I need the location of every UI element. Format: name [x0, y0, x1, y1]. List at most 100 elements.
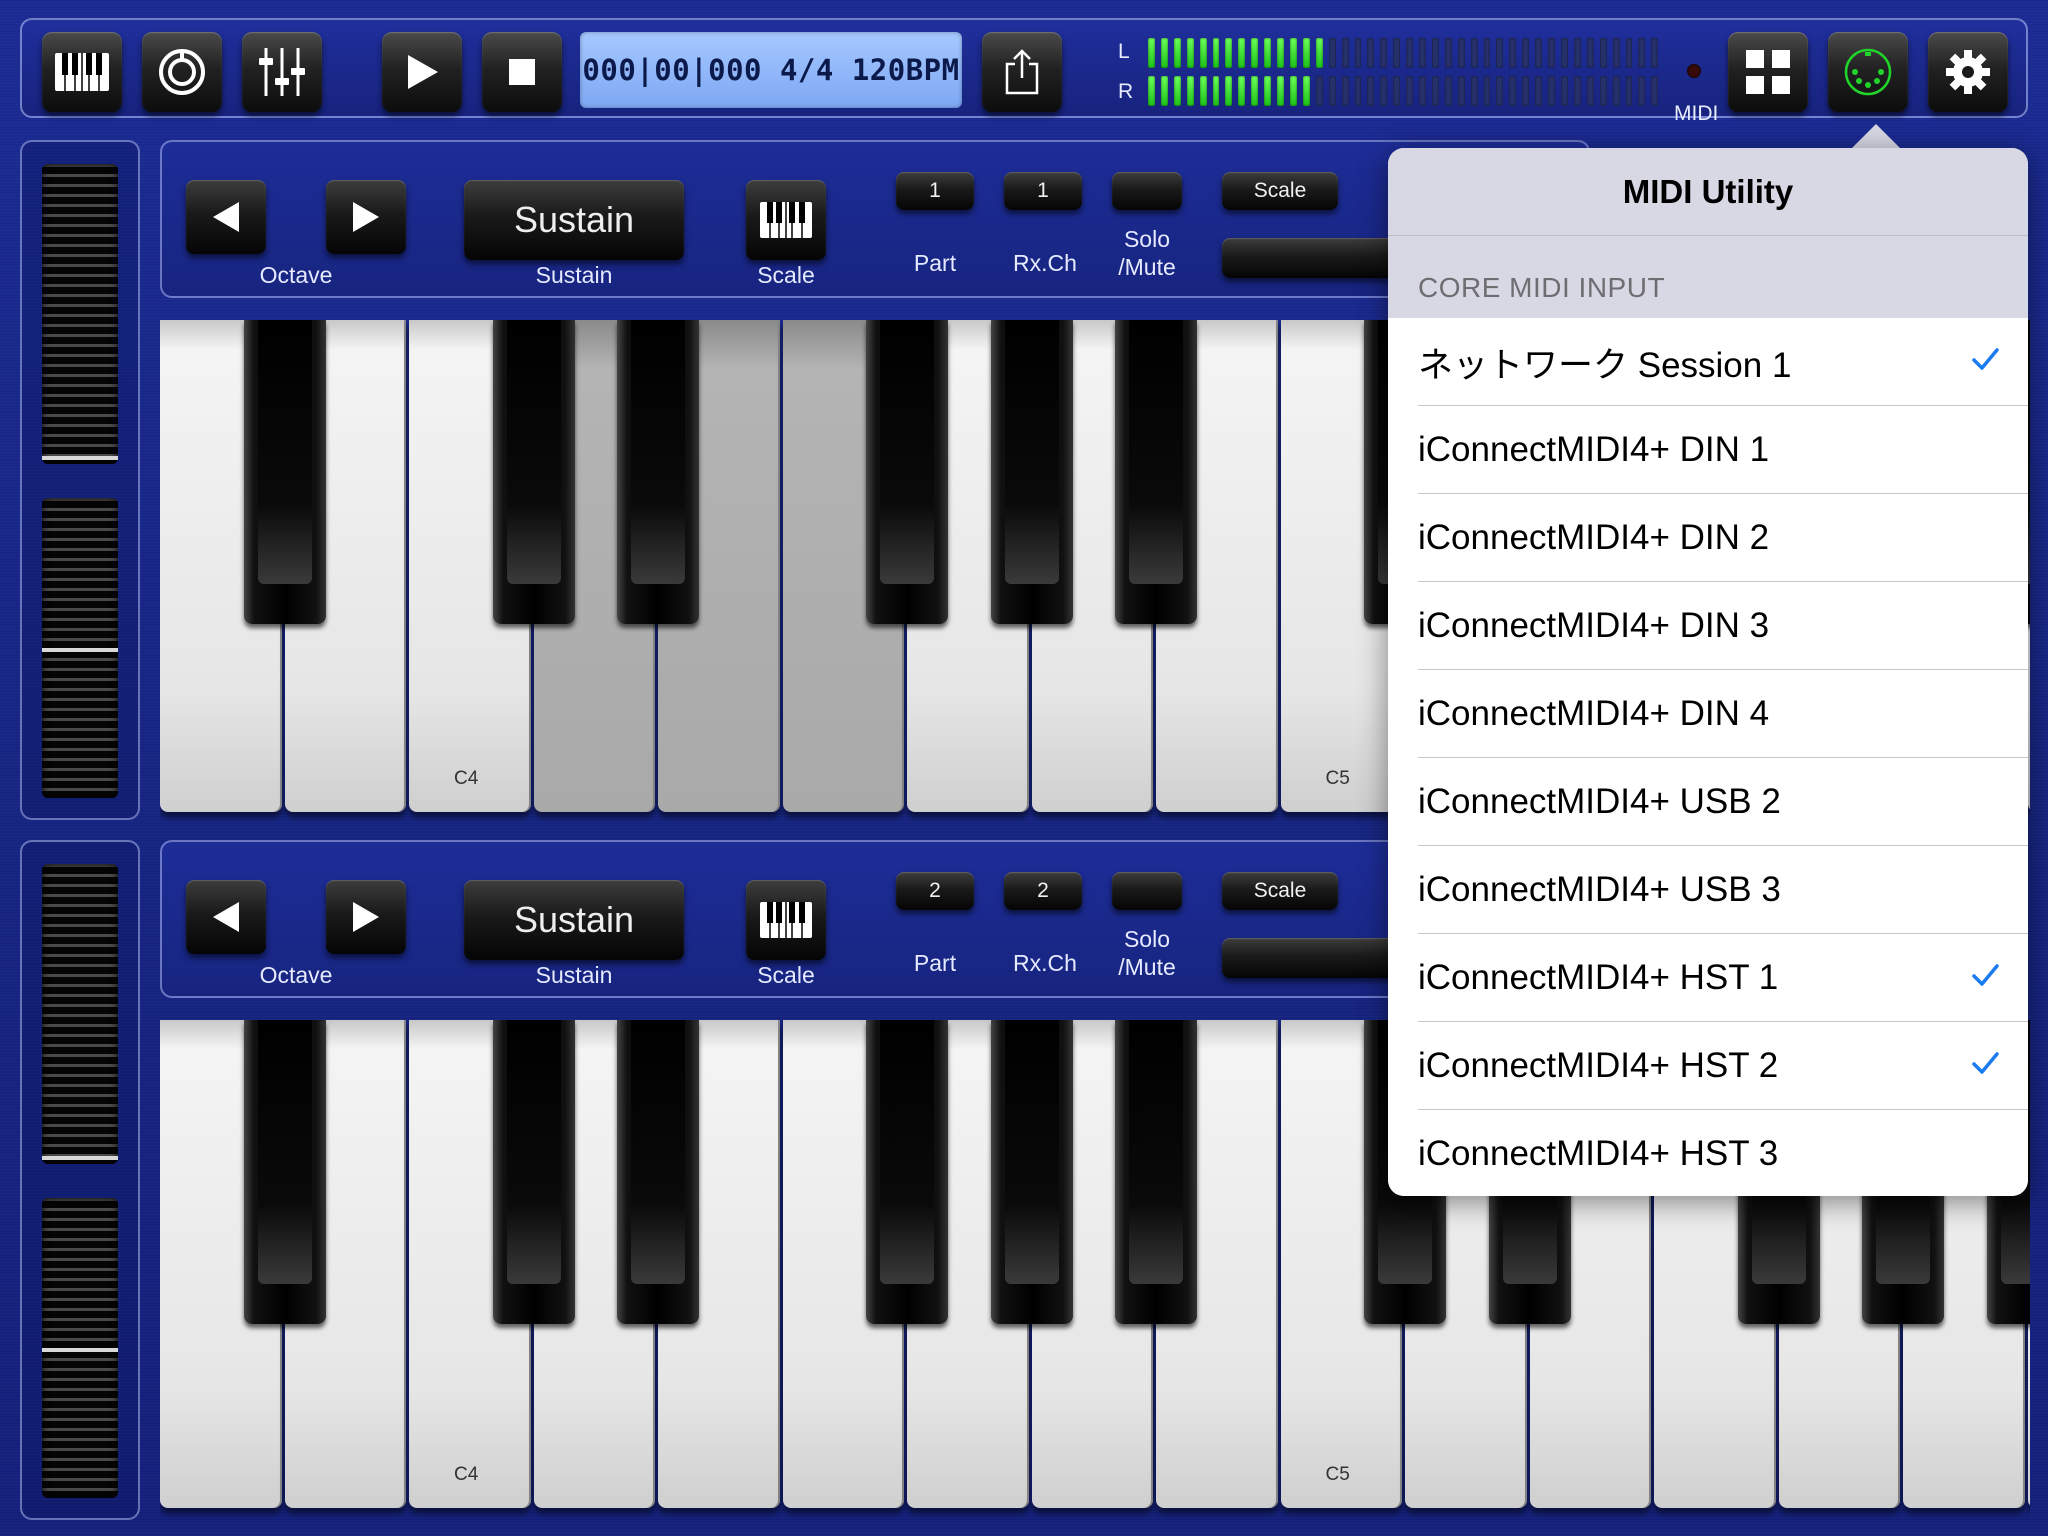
midi-label: MIDI: [1674, 102, 1719, 125]
modulation-wheel-1[interactable]: [42, 498, 118, 798]
meter-segment: [1251, 38, 1259, 68]
level-meter-left: [1148, 36, 1659, 70]
rx-channel-label: Rx.Ch: [1013, 250, 1077, 276]
black-key[interactable]: [243, 1020, 326, 1324]
rx-channel-button[interactable]: 1: [1004, 172, 1082, 210]
midi-input-label: iConnectMIDI4+ USB 2: [1418, 782, 1781, 821]
octave-up-button[interactable]: [326, 180, 406, 254]
octave-up-button[interactable]: [326, 880, 406, 954]
midi-input-item[interactable]: iConnectMIDI4+ HST 2: [1388, 1022, 2028, 1110]
black-key[interactable]: [617, 1020, 699, 1324]
black-key[interactable]: [1115, 1020, 1197, 1324]
midi-input-item[interactable]: iConnectMIDI4+ USB 3: [1388, 846, 2028, 934]
solo-label: Solo: [1123, 926, 1171, 952]
black-key[interactable]: [617, 320, 699, 624]
meter-segment: [1354, 38, 1362, 68]
midi-input-item[interactable]: iConnectMIDI4+ USB 2: [1388, 758, 2028, 846]
meter-segment: [1238, 76, 1246, 106]
knob-button[interactable]: [142, 32, 222, 112]
midi-input-item[interactable]: iConnectMIDI4+ DIN 4: [1388, 670, 2028, 758]
meter-segment: [1212, 38, 1220, 68]
meter-segment: [1341, 76, 1349, 106]
mixer-button[interactable]: [242, 32, 322, 112]
midi-input-item[interactable]: iConnectMIDI4+ DIN 2: [1388, 494, 2028, 582]
scale-select-button[interactable]: Scale: [1222, 872, 1338, 910]
stop-button[interactable]: [482, 32, 562, 112]
midi-activity-led: [1687, 64, 1701, 78]
part-value-button[interactable]: 2: [896, 872, 974, 910]
keyboard-button[interactable]: [42, 32, 122, 112]
meter-segment: [1496, 38, 1504, 68]
black-key[interactable]: [990, 1020, 1073, 1324]
sustain-button[interactable]: Sustain: [464, 880, 684, 960]
scale-keyboard-button[interactable]: [746, 880, 826, 960]
meter-segment: [1586, 76, 1594, 106]
meter-segment: [1367, 76, 1375, 106]
share-icon: [1005, 49, 1039, 95]
part-label: Part: [913, 950, 957, 976]
part-value-button[interactable]: 1: [896, 172, 974, 210]
part-controls-1: Octave Sustain Sustain Scale 1 Part 1 Rx…: [160, 140, 1590, 298]
midi-input-label: ネットワーク Session 1: [1418, 345, 1792, 385]
checkmark-icon: [1972, 1052, 1999, 1074]
keyboard-icon: [55, 53, 109, 91]
meter-segment: [1251, 76, 1259, 106]
black-key[interactable]: [1115, 320, 1197, 624]
wheel-marker: [42, 648, 118, 652]
solo-mute-button[interactable]: [1112, 172, 1182, 210]
black-key[interactable]: [866, 1020, 948, 1324]
sustain-button[interactable]: Sustain: [464, 180, 684, 260]
meter-segment: [1393, 38, 1401, 68]
midi-input-label: iConnectMIDI4+ HST 3: [1418, 1134, 1779, 1173]
octave-down-button[interactable]: [186, 880, 266, 954]
meter-segment: [1573, 38, 1581, 68]
wheel-marker: [42, 1156, 118, 1160]
solo-mute-button[interactable]: [1112, 872, 1182, 910]
settings-button[interactable]: [1928, 32, 2008, 112]
meter-segment: [1651, 38, 1659, 68]
black-key[interactable]: [492, 320, 575, 624]
midi-input-label: iConnectMIDI4+ DIN 1: [1418, 430, 1770, 469]
meter-segment: [1535, 76, 1543, 106]
meter-segment: [1212, 76, 1220, 106]
black-key[interactable]: [492, 1020, 575, 1324]
meter-segment: [1444, 76, 1452, 106]
toolbar: 000|00|000 4/4 120BPM L R MIDI: [20, 18, 2028, 125]
black-key[interactable]: [866, 320, 948, 624]
midi-din-icon: [1844, 48, 1892, 96]
time-display[interactable]: 000|00|000 4/4 120BPM: [580, 32, 962, 108]
pitch-bend-wheel-2[interactable]: [42, 864, 118, 1164]
play-button[interactable]: [382, 32, 462, 112]
meter-segment: [1406, 76, 1414, 106]
midi-input-item[interactable]: iConnectMIDI4+ DIN 3: [1388, 582, 2028, 670]
scale-label: Scale: [757, 962, 815, 988]
wheel-marker: [42, 456, 118, 460]
pitch-bend-wheel-1[interactable]: [42, 164, 118, 464]
meter-segment: [1561, 38, 1568, 68]
scale-select-button[interactable]: Scale: [1222, 172, 1338, 210]
midi-utility-button[interactable]: [1828, 32, 1908, 112]
black-key[interactable]: [990, 320, 1073, 624]
midi-input-item[interactable]: ネットワーク Session 1: [1388, 318, 2028, 406]
meter-segment: [1638, 76, 1646, 106]
meter-segment: [1483, 76, 1491, 106]
modulation-wheel-2[interactable]: [42, 1198, 118, 1498]
midi-input-item[interactable]: iConnectMIDI4+ HST 1: [1388, 934, 2028, 1022]
rx-channel-button[interactable]: 2: [1004, 872, 1082, 910]
midi-input-item[interactable]: iConnectMIDI4+ DIN 1: [1388, 406, 2028, 494]
share-button[interactable]: [982, 32, 1062, 112]
layout-button[interactable]: [1728, 32, 1808, 112]
rx-channel-label: Rx.Ch: [1013, 950, 1077, 976]
knob-icon: [159, 49, 205, 95]
black-key[interactable]: [243, 320, 326, 624]
mixer-icon: [259, 48, 305, 96]
scale-keyboard-button[interactable]: [746, 180, 826, 260]
checkmark-icon: [1972, 348, 1999, 370]
octave-down-button[interactable]: [186, 180, 266, 254]
meter-segment: [1315, 76, 1323, 106]
popover-arrow: [1850, 124, 1902, 150]
part-label: Part: [913, 250, 957, 276]
midi-input-item[interactable]: iConnectMIDI4+ HST 3: [1388, 1110, 2028, 1196]
meter-segment: [1186, 76, 1194, 106]
meter-segment: [1160, 38, 1168, 68]
